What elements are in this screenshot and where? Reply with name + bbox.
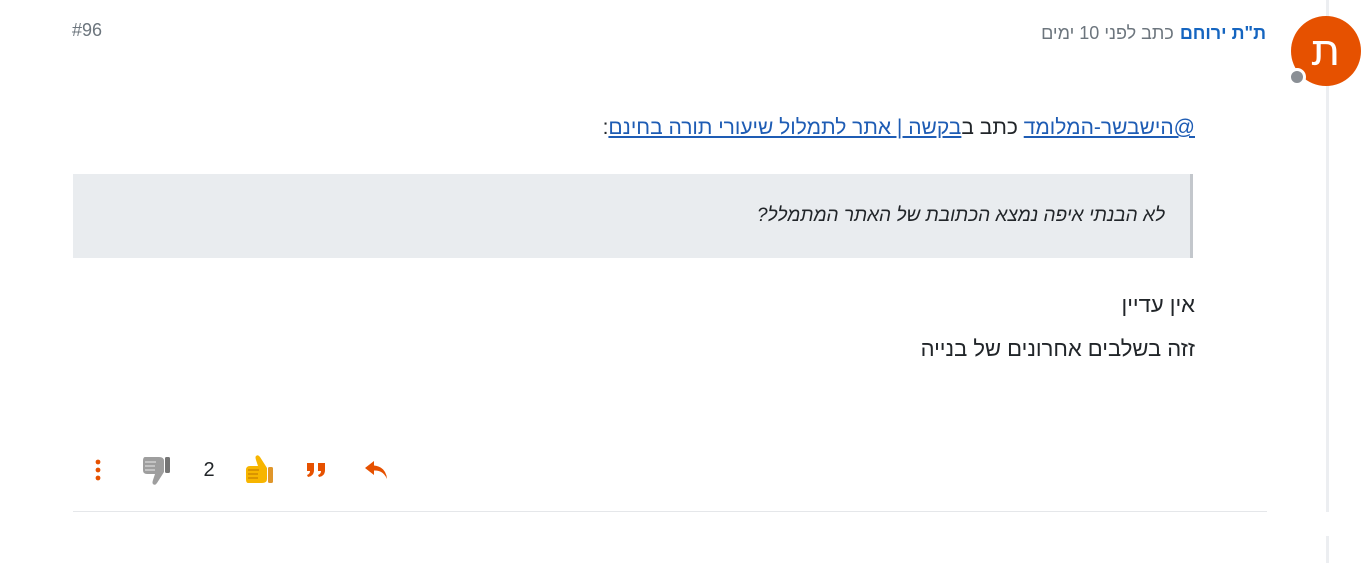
quote-intro: @הישבשר-המלומד כתב בבקשה | אתר לתמלול שי… xyxy=(603,116,1195,140)
reply-icon xyxy=(365,461,387,479)
thumbs-up-icon xyxy=(246,455,273,483)
topic-link[interactable]: בקשה | אתר לתמלול שיעורי תורה בחינם xyxy=(608,116,961,139)
blockquote-text: לא הבנתי איפה נמצא הכתובת של האתר המתמלל… xyxy=(756,205,1165,226)
post-container: ת ת"ת ירוחם כתב לפני 10 ימים #96 @הישבשר… xyxy=(0,0,1361,563)
quote-icon xyxy=(307,463,325,477)
upvote-button[interactable] xyxy=(240,450,276,490)
post-body-line: זזה בשלבים אחרונים של בנייה xyxy=(920,336,1195,361)
quote-intro-text: כתב ב xyxy=(961,116,1018,139)
status-indicator xyxy=(1288,68,1306,86)
author-link[interactable]: ת"ת ירוחם xyxy=(1180,23,1266,44)
post-divider xyxy=(73,511,1267,512)
post-header: ת"ת ירוחם כתב לפני 10 ימים xyxy=(1041,20,1266,46)
post-actions: 2 xyxy=(80,450,400,490)
mention-link[interactable]: @הישבשר-המלומד xyxy=(1024,116,1195,139)
more-options-icon xyxy=(95,459,101,481)
post-timestamp[interactable]: כתב לפני 10 ימים xyxy=(1041,23,1174,44)
timeline-line xyxy=(1326,536,1329,563)
thumbs-down-icon xyxy=(143,457,170,485)
upvote-count[interactable]: 2 xyxy=(200,450,218,490)
quote-button[interactable] xyxy=(302,450,332,490)
post-body-line: אין עדיין xyxy=(1121,292,1196,317)
reply-button[interactable] xyxy=(362,450,392,490)
blockquote: לא הבנתי איפה נמצא הכתובת של האתר המתמלל… xyxy=(73,174,1193,258)
post-index[interactable]: #96 xyxy=(72,20,102,41)
more-options-button[interactable] xyxy=(88,450,108,490)
downvote-button[interactable] xyxy=(138,450,172,490)
